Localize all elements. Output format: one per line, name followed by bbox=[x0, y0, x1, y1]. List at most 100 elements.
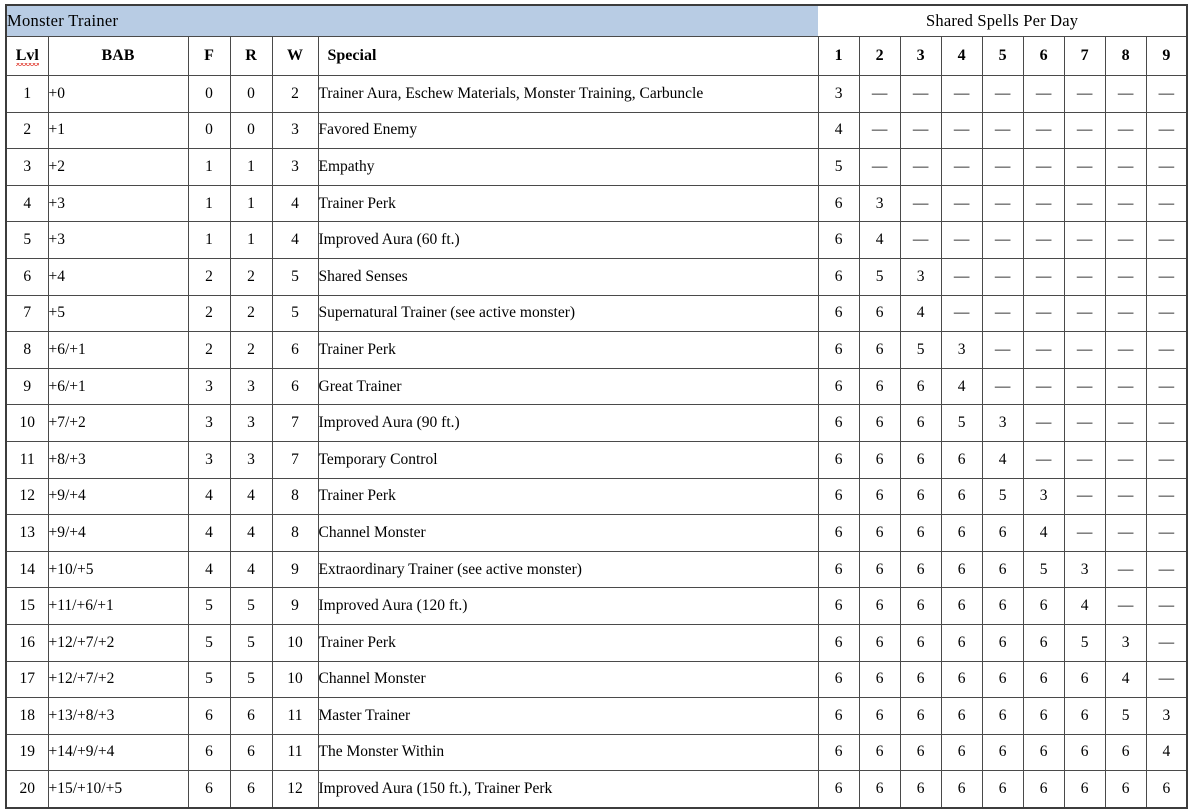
cell-special: Great Trainer bbox=[317, 367, 819, 406]
cell-spell-level-4: 6 bbox=[940, 770, 983, 809]
cell-fort: 0 bbox=[187, 75, 231, 113]
cell-ref: 4 bbox=[229, 514, 273, 552]
cell-spell-level-7: 3 bbox=[1063, 550, 1106, 589]
cell-ref: 5 bbox=[229, 660, 273, 699]
cell-spell-level-2: 6 bbox=[858, 550, 901, 589]
cell-spell-level-6: — bbox=[1022, 75, 1065, 113]
cell-spell-level-8: — bbox=[1104, 294, 1147, 333]
cell-spell-level-9: — bbox=[1145, 587, 1188, 625]
cell-spell-level-1: 6 bbox=[817, 587, 860, 625]
cell-spell-level-7: — bbox=[1063, 514, 1106, 552]
cell-level: 7 bbox=[5, 294, 49, 333]
column-header-spell-1: 1 bbox=[817, 36, 860, 76]
table-row: 18 +13/+8/+3 6 6 11 Master Trainer 6 6 6 6 6 6 6 5 3 bbox=[5, 697, 1188, 735]
cell-bab: +15/+10/+5 bbox=[47, 770, 189, 809]
cell-spell-level-9: — bbox=[1145, 623, 1188, 662]
cell-fort: 3 bbox=[187, 367, 231, 406]
cell-level: 10 bbox=[5, 404, 49, 442]
cell-special: Trainer Perk bbox=[317, 623, 819, 662]
cell-fort: 6 bbox=[187, 733, 231, 772]
cell-spell-level-2: 6 bbox=[858, 770, 901, 809]
table-row: 10 +7/+2 3 3 7 Improved Aura (90 ft.) 6 6 6 5 3— — —… bbox=[5, 404, 1188, 442]
table-row: 5 +3 1 1 4 Improved Aura (60 ft.) 6 4— — — — — — — bbox=[5, 221, 1188, 259]
cell-spell-level-9: — bbox=[1145, 660, 1188, 699]
cell-spell-level-9: 6 bbox=[1145, 770, 1188, 809]
cell-spell-level-8: — bbox=[1104, 221, 1147, 259]
cell-spell-level-1: 6 bbox=[817, 331, 860, 369]
cell-will: 8 bbox=[271, 477, 319, 516]
cell-spell-level-6: — bbox=[1022, 184, 1065, 223]
cell-spell-level-5: 4 bbox=[981, 440, 1024, 479]
cell-level: 3 bbox=[5, 148, 49, 186]
cell-ref: 0 bbox=[229, 75, 273, 113]
cell-spell-level-5: 6 bbox=[981, 770, 1024, 809]
cell-spell-level-7: — bbox=[1063, 331, 1106, 369]
cell-will: 5 bbox=[271, 294, 319, 333]
cell-bab: +6/+1 bbox=[47, 331, 189, 369]
cell-spell-level-4: 6 bbox=[940, 587, 983, 625]
cell-spell-level-4: — bbox=[940, 184, 983, 223]
column-header-spell-9: 9 bbox=[1145, 36, 1188, 76]
cell-bab: +7/+2 bbox=[47, 404, 189, 442]
table-row: 14 +10/+5 4 4 9 Extraordinary Trainer (see ac… bbox=[5, 550, 1188, 589]
cell-spell-level-1: 6 bbox=[817, 184, 860, 223]
cell-bab: +13/+8/+3 bbox=[47, 697, 189, 735]
table-row: 15 +11/+6/+1 5 5 9 Improved Aura (120 ft.) 6 6 6… bbox=[5, 587, 1188, 625]
cell-will: 9 bbox=[271, 587, 319, 625]
cell-fort: 5 bbox=[187, 587, 231, 625]
cell-will: 4 bbox=[271, 184, 319, 223]
cell-spell-level-4: 6 bbox=[940, 550, 983, 589]
cell-fort: 6 bbox=[187, 697, 231, 735]
cell-spell-level-6: — bbox=[1022, 257, 1065, 296]
cell-ref: 1 bbox=[229, 148, 273, 186]
table-row: 4 +3 1 1 4 Trainer Perk 6 3— — — — — — — bbox=[5, 184, 1188, 223]
column-header-spell-3: 3 bbox=[899, 36, 942, 76]
cell-spell-level-9: — bbox=[1145, 514, 1188, 552]
cell-spell-level-3: 6 bbox=[899, 367, 942, 406]
table-row: 1 +0 0 0 2 Trainer Aura, Eschew Materials, Mo… bbox=[5, 75, 1188, 113]
cell-spell-level-1: 3 bbox=[817, 75, 860, 113]
cell-spell-level-8: — bbox=[1104, 367, 1147, 406]
cell-spell-level-4: 6 bbox=[940, 477, 983, 516]
cell-spell-level-8: — bbox=[1104, 514, 1147, 552]
cell-spell-level-9: 4 bbox=[1145, 733, 1188, 772]
cell-spell-level-1: 6 bbox=[817, 404, 860, 442]
cell-special: Shared Senses bbox=[317, 257, 819, 296]
cell-spell-level-3: 5 bbox=[899, 331, 942, 369]
cell-bab: +2 bbox=[47, 148, 189, 186]
cell-spell-level-7: — bbox=[1063, 184, 1106, 223]
document-page: Monster Trainer Shared Spells Per Day Lv… bbox=[0, 0, 1192, 809]
table-row: 9 +6/+1 3 3 6 Great Trainer 6 6 6 4— — — — — bbox=[5, 367, 1188, 406]
cell-spell-level-2: 6 bbox=[858, 404, 901, 442]
cell-spell-level-5: 6 bbox=[981, 514, 1024, 552]
cell-spell-level-2: 6 bbox=[858, 697, 901, 735]
column-header-bab: BAB bbox=[47, 36, 189, 76]
spells-per-day-header: Shared Spells Per Day bbox=[818, 4, 1188, 37]
cell-spell-level-8: — bbox=[1104, 148, 1147, 186]
cell-fort: 3 bbox=[187, 440, 231, 479]
table-row: 13 +9/+4 4 4 8 Channel Monster 6 6 6 6 6 4— — — bbox=[5, 514, 1188, 552]
cell-level: 20 bbox=[5, 770, 49, 809]
cell-fort: 1 bbox=[187, 221, 231, 259]
cell-spell-level-7: — bbox=[1063, 257, 1106, 296]
cell-spell-level-5: — bbox=[981, 148, 1024, 186]
cell-special: Trainer Perk bbox=[317, 477, 819, 516]
cell-spell-level-6: — bbox=[1022, 331, 1065, 369]
table-row: 8 +6/+1 2 2 6 Trainer Perk 6 6 5 3— — — — — bbox=[5, 331, 1188, 369]
cell-spell-level-8: 3 bbox=[1104, 623, 1147, 662]
cell-ref: 3 bbox=[229, 367, 273, 406]
cell-spell-level-6: 6 bbox=[1022, 623, 1065, 662]
cell-spell-level-7: — bbox=[1063, 294, 1106, 333]
cell-bab: +0 bbox=[47, 75, 189, 113]
cell-bab: +6/+1 bbox=[47, 367, 189, 406]
cell-spell-level-9: — bbox=[1145, 477, 1188, 516]
cell-spell-level-9: — bbox=[1145, 367, 1188, 406]
cell-bab: +11/+6/+1 bbox=[47, 587, 189, 625]
cell-level: 1 bbox=[5, 75, 49, 113]
cell-spell-level-4: 6 bbox=[940, 697, 983, 735]
cell-bab: +9/+4 bbox=[47, 514, 189, 552]
cell-spell-level-4: 6 bbox=[940, 440, 983, 479]
cell-spell-level-5: 6 bbox=[981, 733, 1024, 772]
cell-spell-level-3: — bbox=[899, 111, 942, 150]
cell-spell-level-8: — bbox=[1104, 440, 1147, 479]
